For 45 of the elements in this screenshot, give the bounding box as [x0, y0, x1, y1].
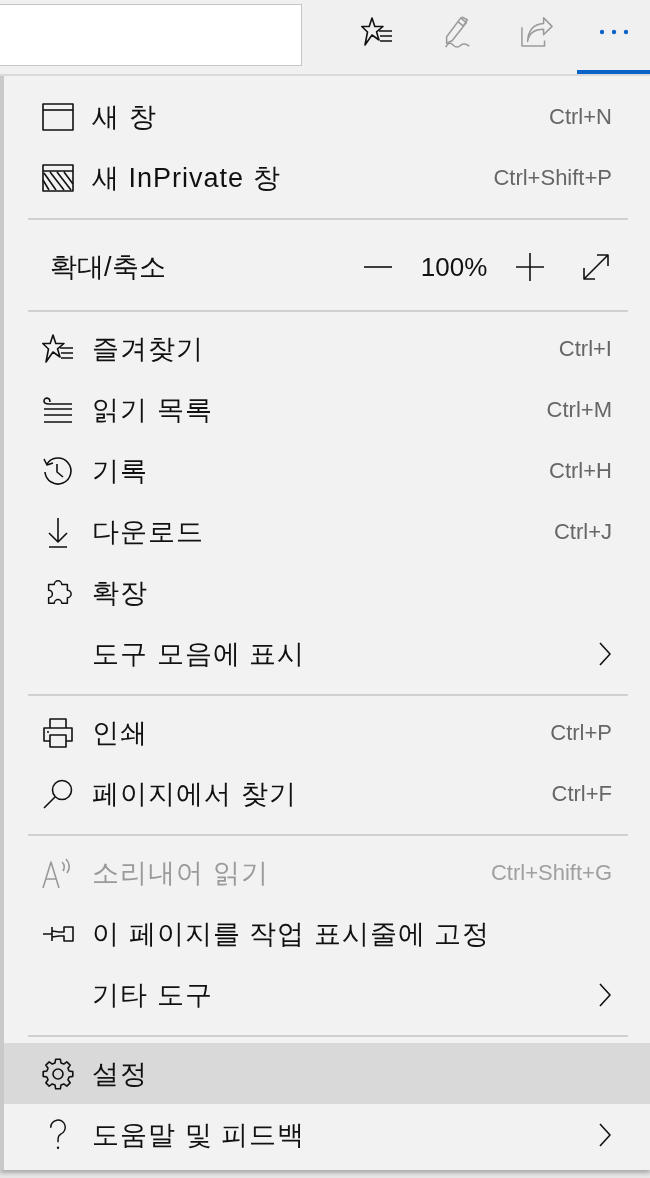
menu-item[interactable]: 기타 도구	[4, 964, 650, 1025]
menu-item[interactable]: 즐겨찾기 Ctrl+I	[4, 318, 650, 379]
shortcut-text: Ctrl+N	[549, 103, 612, 130]
menu-item[interactable]: 새 창 Ctrl+N	[4, 86, 650, 147]
window-icon	[42, 102, 74, 131]
shortcut-text: Ctrl+Shift+P	[493, 164, 612, 191]
plus-icon	[516, 253, 544, 281]
shortcut-text: Ctrl+P	[550, 719, 612, 746]
diagonal-arrow-icon	[582, 253, 610, 281]
striped-window-icon	[42, 163, 74, 192]
chevron-icon	[598, 1121, 612, 1148]
pushpin-icon	[42, 923, 74, 944]
menu-item[interactable]: 도움말 및 피드백	[4, 1104, 650, 1165]
chevron-icon	[598, 640, 612, 667]
shortcut-text: Ctrl+I	[558, 335, 612, 362]
shortcut-text: Ctrl+M	[546, 396, 612, 423]
search-icon	[42, 777, 74, 810]
star-list-icon	[42, 332, 74, 365]
address-field[interactable]	[0, 4, 302, 66]
minus-icon	[364, 265, 392, 269]
lines-icon	[42, 395, 74, 424]
printer-icon	[42, 716, 74, 749]
menu-item[interactable]: 기록 Ctrl+H	[4, 440, 650, 501]
star-list-icon	[361, 16, 393, 48]
zoom-level-text: 100%	[419, 251, 489, 283]
chevron-icon	[598, 981, 612, 1008]
zoom-label: 확대/축소	[50, 251, 167, 284]
menu-item[interactable]: 확장	[4, 562, 650, 623]
menu-item[interactable]: 읽기 목록 Ctrl+M	[4, 379, 650, 440]
shortcut-text: Ctrl+F	[551, 780, 612, 807]
menu-item[interactable]: 설정	[4, 1043, 650, 1104]
history-icon	[42, 454, 74, 487]
settings-icon	[42, 1057, 74, 1090]
menu-item[interactable]: 인쇄 Ctrl+P	[4, 702, 650, 763]
menu-item[interactable]: 페이지에서 찾기 Ctrl+F	[4, 763, 650, 824]
menu-item[interactable]: 이 페이지를 작업 표시줄에 고정	[4, 903, 650, 964]
shortcut-text: Ctrl+J	[553, 518, 612, 545]
menu-item[interactable]: 새 InPrivate 창 Ctrl+Shift+P	[4, 147, 650, 208]
more-icon	[598, 29, 629, 35]
share-icon	[520, 16, 554, 48]
shortcut-text: Ctrl+H	[549, 457, 612, 484]
menu-item[interactable]: 도구 모음에 표시	[4, 623, 650, 684]
help-icon	[48, 1118, 68, 1151]
shortcut-text: Ctrl+Shift+G	[490, 859, 612, 886]
menu-item[interactable]: 다운로드 Ctrl+J	[4, 501, 650, 562]
